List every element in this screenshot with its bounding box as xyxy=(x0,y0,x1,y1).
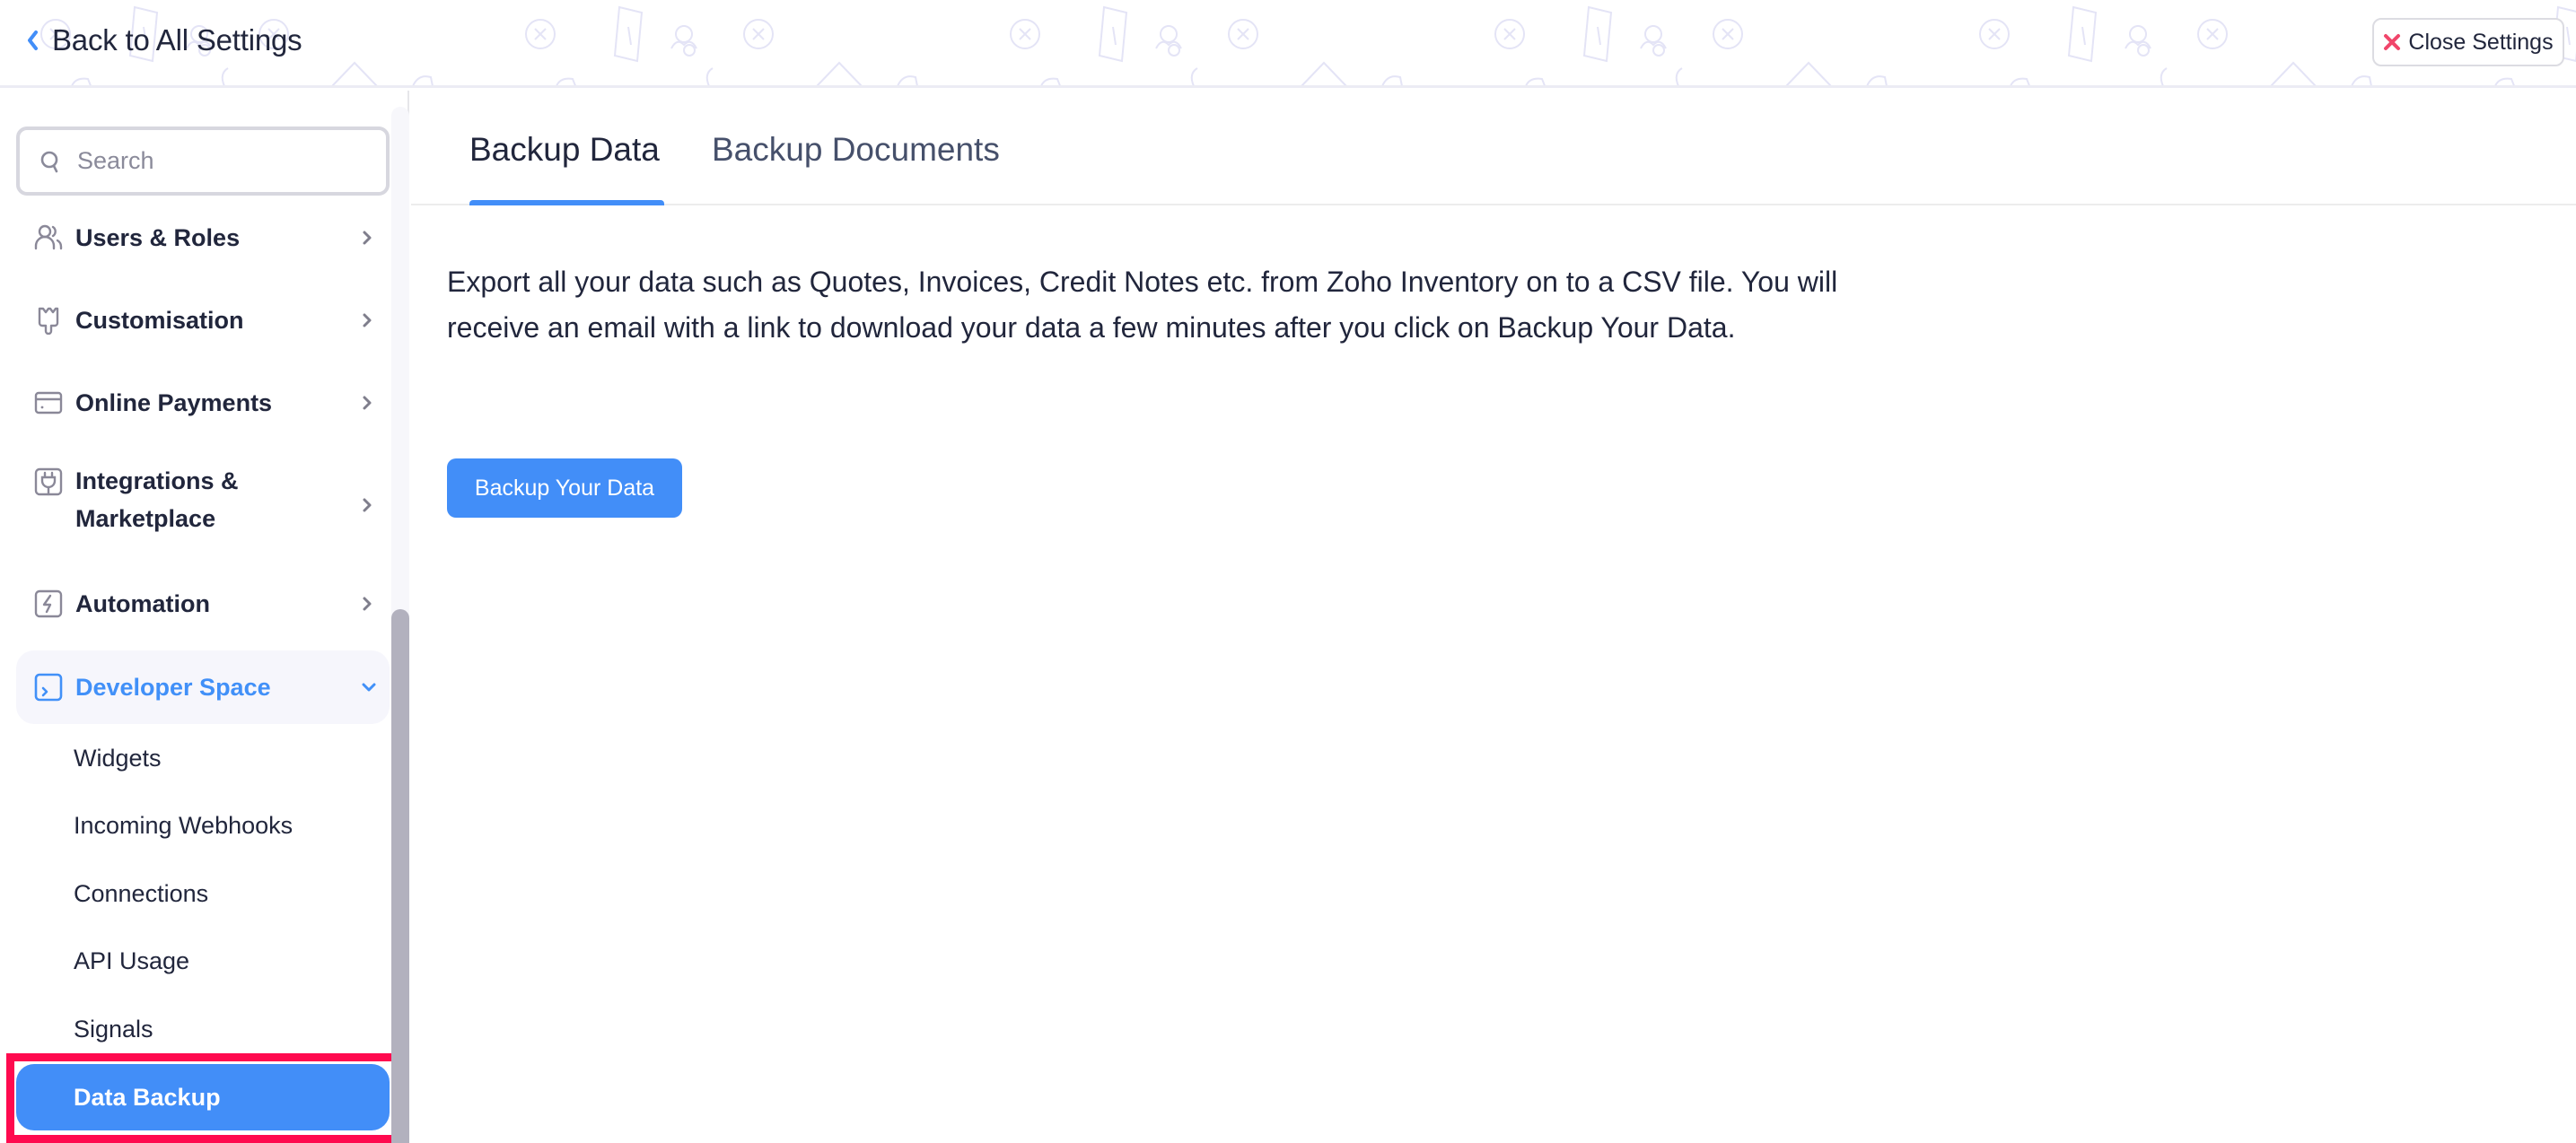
tab-backup-documents[interactable]: Backup Documents xyxy=(712,125,1017,205)
credit-card-icon xyxy=(34,391,63,414)
sidebar-item-label-line1: Integrations & xyxy=(75,467,239,494)
close-settings-label: Close Settings xyxy=(2408,29,2554,55)
search-input[interactable] xyxy=(77,147,382,175)
chevron-right-icon xyxy=(363,313,372,327)
sidebar-subitem-api-usage[interactable]: API Usage xyxy=(16,928,390,994)
search-box[interactable] xyxy=(16,127,390,196)
chevron-right-icon xyxy=(363,597,372,611)
chevron-left-icon xyxy=(28,31,38,50)
sidebar-subitem-signals[interactable]: Signals xyxy=(16,996,390,1062)
search-icon xyxy=(40,151,58,172)
sidebar-scrollbar-thumb[interactable] xyxy=(391,609,409,1143)
paintbrush-icon xyxy=(38,307,59,335)
sidebar-subitem-label: Data Backup xyxy=(74,1084,221,1111)
sidebar-item-customisation[interactable]: Customisation xyxy=(16,299,390,342)
tab-backup-data[interactable]: Backup Data xyxy=(469,125,664,205)
sidebar-item-label: Customisation xyxy=(75,307,244,334)
sidebar-item-automation[interactable]: Automation xyxy=(16,582,390,625)
sidebar-subitem-label: API Usage xyxy=(74,947,190,974)
close-settings-button[interactable]: Close Settings xyxy=(2372,18,2564,66)
sidebar-item-label: Developer Space xyxy=(75,674,271,701)
chevron-right-icon xyxy=(363,498,372,512)
sidebar-item-online-payments[interactable]: Online Payments xyxy=(16,381,390,424)
tab-bar: Backup Data Backup Documents xyxy=(411,91,2576,205)
sidebar-item-label: Online Payments xyxy=(75,389,273,416)
sidebar-subitem-label: Signals xyxy=(74,1016,153,1043)
sidebar-subitem-label: Connections xyxy=(74,880,209,907)
sidebar-item-integrations-marketplace[interactable]: Integrations & Marketplace xyxy=(16,462,390,548)
backup-description: Export all your data such as Quotes, Inv… xyxy=(447,266,1838,344)
chevron-right-icon xyxy=(363,231,372,245)
chevron-right-icon xyxy=(363,396,372,410)
sidebar-subitem-label: Incoming Webhooks xyxy=(74,812,294,839)
sidebar-subitem-widgets[interactable]: Widgets xyxy=(16,725,390,791)
sidebar-item-label-line2: Marketplace xyxy=(75,505,216,532)
terminal-icon xyxy=(34,673,63,702)
tab-label: Backup Documents xyxy=(712,131,1000,168)
sidebar-item-developer-space[interactable]: Developer Space xyxy=(16,650,390,724)
back-to-all-settings-link[interactable]: Back to All Settings xyxy=(25,18,302,63)
decorative-pattern xyxy=(0,0,2576,85)
sidebar-item-label: Users & Roles xyxy=(75,224,241,251)
settings-sidebar: Users & Roles Customisation Online Payme… xyxy=(0,91,409,1143)
sidebar-subitem-connections[interactable]: Connections xyxy=(16,860,390,927)
sidebar-subitem-incoming-webhooks[interactable]: Incoming Webhooks xyxy=(16,792,390,859)
users-icon xyxy=(34,224,63,250)
sidebar-subitem-data-backup[interactable]: Data Backup xyxy=(16,1064,390,1130)
sidebar-subitem-label: Widgets xyxy=(74,745,162,772)
settings-header: Back to All Settings Close Settings xyxy=(0,0,2576,88)
plug-icon xyxy=(34,467,63,496)
close-icon xyxy=(2384,34,2401,50)
back-link-label: Back to All Settings xyxy=(52,23,302,57)
tab-label: Backup Data xyxy=(469,131,660,168)
main-content: Backup Data Backup Documents Export all … xyxy=(411,91,2576,1143)
chevron-down-icon xyxy=(362,683,376,692)
sidebar-item-users-roles[interactable]: Users & Roles xyxy=(16,216,390,259)
sidebar-item-label: Automation xyxy=(75,590,210,617)
active-tab-indicator xyxy=(469,200,664,205)
lightning-icon xyxy=(34,589,63,618)
backup-your-data-button[interactable]: Backup Your Data xyxy=(447,458,682,518)
